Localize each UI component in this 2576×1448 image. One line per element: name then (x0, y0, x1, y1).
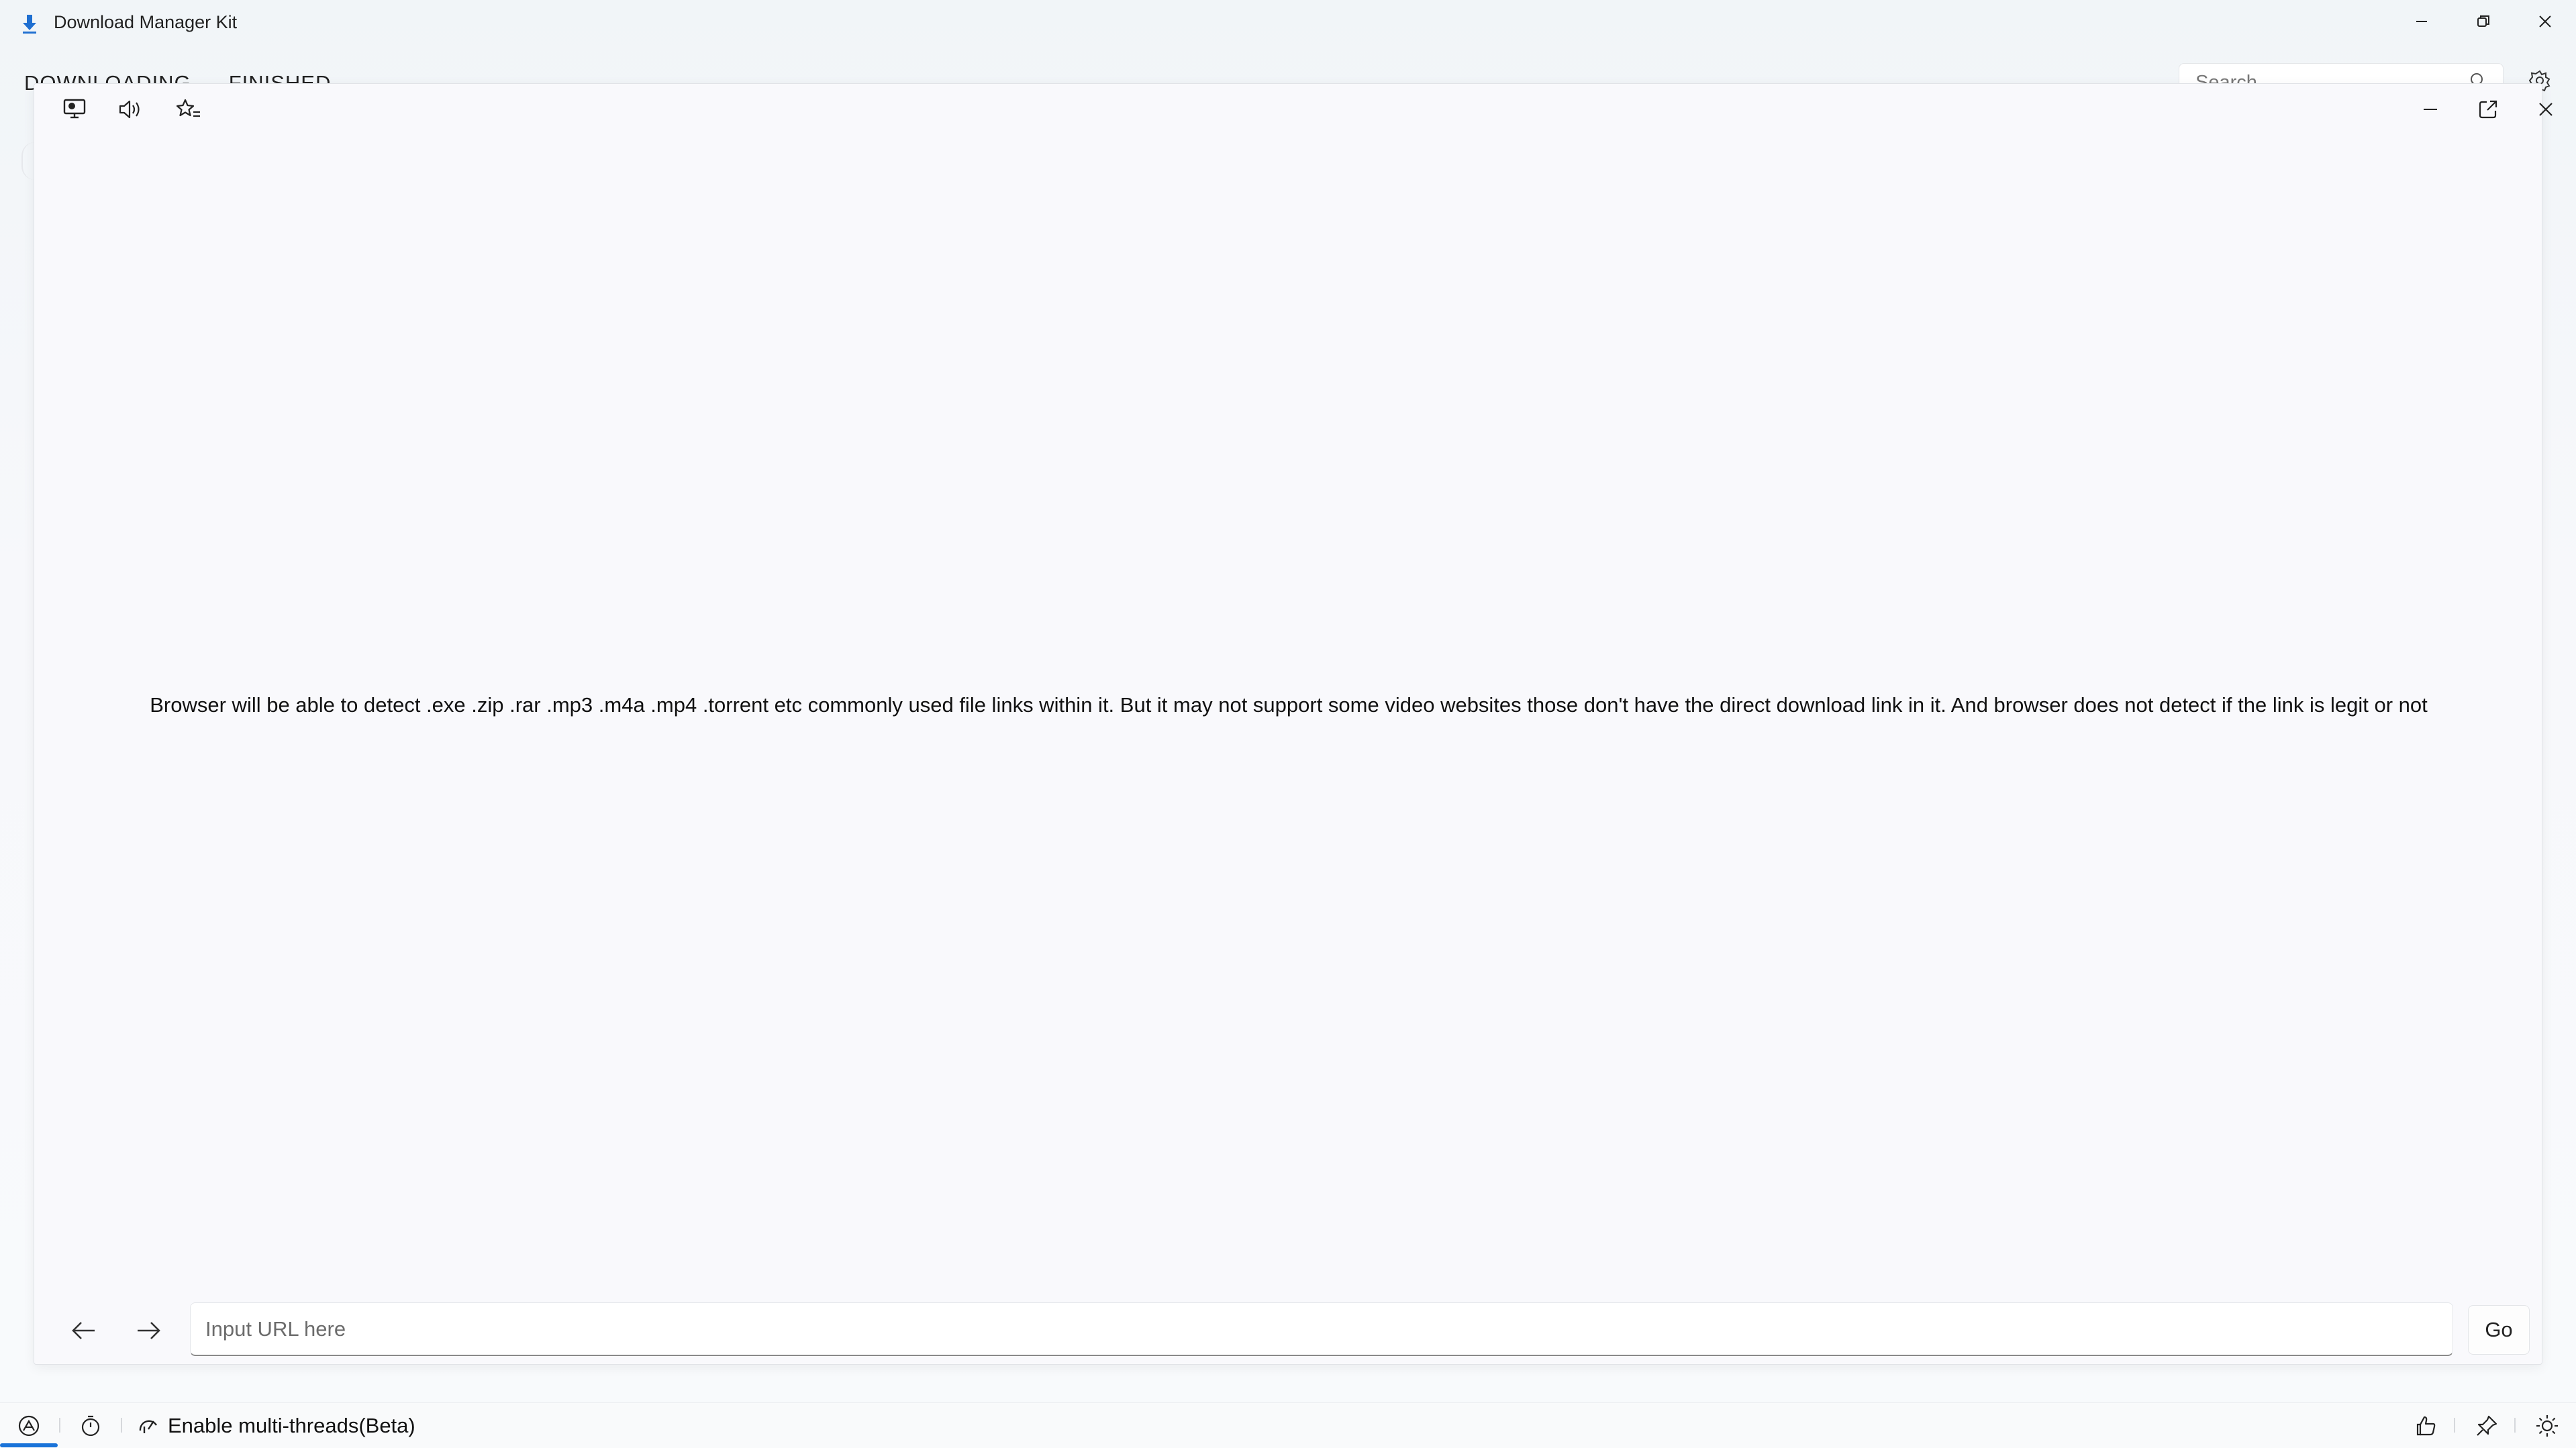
star-list-icon (176, 99, 200, 117)
multithread-label: Enable multi-threads(Beta) (168, 1414, 415, 1437)
timer-button[interactable] (71, 1407, 110, 1445)
sun-icon (2536, 1415, 2558, 1437)
browser-window: Browser will be able to detect .exe .zip… (34, 83, 2553, 1365)
url-input[interactable] (190, 1302, 2453, 1356)
speaker-icon (119, 100, 140, 119)
restore-icon (2477, 15, 2489, 27)
download-arrow-icon (20, 13, 39, 35)
minimize-button[interactable] (2391, 0, 2453, 43)
browser-info-text: Browser will be able to detect .exe .zip… (150, 693, 2428, 717)
go-button[interactable]: Go (2468, 1305, 2530, 1355)
separator (2514, 1418, 2516, 1433)
sound-button[interactable] (107, 89, 155, 130)
separator (59, 1418, 60, 1433)
minimize-icon (2424, 109, 2437, 110)
browser-close-button[interactable] (2522, 89, 2570, 130)
browser-minimize-button[interactable] (2406, 89, 2455, 130)
arrow-right-icon (138, 1322, 160, 1339)
timer-icon (81, 1415, 100, 1437)
back-button[interactable] (57, 1306, 111, 1355)
like-button[interactable] (2407, 1407, 2446, 1445)
thumbs-up-icon (2416, 1416, 2436, 1436)
network-button[interactable] (9, 1407, 48, 1445)
speedometer-icon (139, 1420, 158, 1433)
open-external-icon (2479, 100, 2497, 119)
close-window-button[interactable] (2514, 0, 2576, 43)
desktop-button[interactable] (50, 89, 99, 130)
app-title: Download Manager Kit (54, 12, 238, 32)
multithread-toggle[interactable]: Enable multi-threads(Beta) (137, 1407, 432, 1445)
favorites-button[interactable] (164, 89, 213, 130)
arrow-left-icon (72, 1322, 95, 1339)
title-bar: Download Manager Kit (0, 0, 2576, 48)
separator (121, 1418, 122, 1433)
separator (2454, 1418, 2455, 1433)
desktop-icon (63, 99, 86, 119)
status-bar: Enable multi-threads(Beta) (0, 1402, 2576, 1448)
close-icon (2539, 15, 2551, 28)
close-icon (2539, 103, 2553, 116)
pin-button[interactable] (2467, 1407, 2506, 1445)
pin-icon (2477, 1415, 2497, 1436)
forward-button[interactable] (121, 1306, 175, 1355)
open-external-button[interactable] (2464, 89, 2512, 130)
minimize-icon (2416, 21, 2427, 22)
network-icon (18, 1415, 40, 1437)
restore-button[interactable] (2453, 0, 2514, 43)
theme-button[interactable] (2528, 1407, 2567, 1445)
active-indicator (0, 1443, 58, 1447)
